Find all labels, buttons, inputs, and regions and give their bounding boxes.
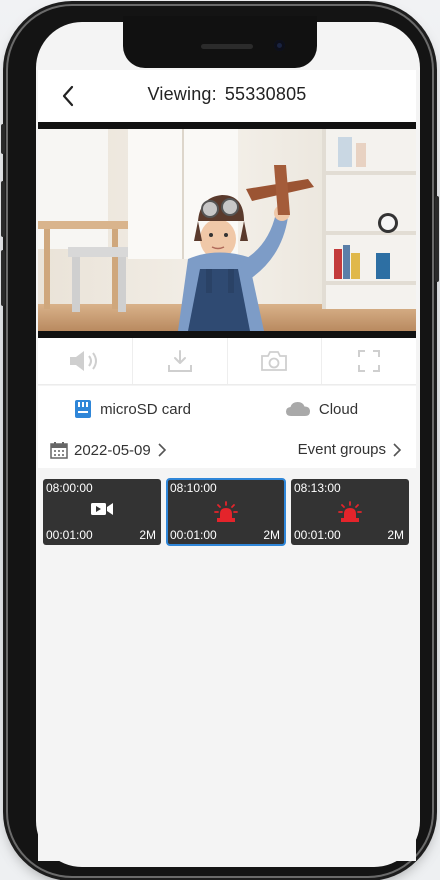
cloud-icon: [285, 402, 310, 416]
video-camera-icon: [91, 503, 113, 515]
microsd-tab[interactable]: microSD card: [38, 386, 227, 432]
video-image: [38, 129, 416, 331]
front-camera: [274, 40, 285, 51]
date-row: 2022-05-09 Event groups: [38, 432, 416, 468]
live-video-player[interactable]: [38, 122, 416, 338]
clip-duration: 00:01:00: [170, 528, 217, 542]
snapshot-button[interactable]: [228, 338, 323, 384]
page-title: Viewing: 55330805: [38, 84, 416, 105]
recording-clip[interactable]: 08:13:00 00:01:00 2M: [291, 479, 409, 545]
cloud-tab[interactable]: Cloud: [227, 386, 416, 432]
clip-start-time: 08:10:00: [170, 481, 217, 495]
chevron-right-icon: [393, 442, 402, 457]
alarm-siren-icon: [338, 501, 362, 522]
microsd-label: microSD card: [100, 400, 191, 418]
fullscreen-icon: [358, 350, 381, 372]
top-bar: Viewing: 55330805: [38, 70, 416, 122]
video-frame: [38, 129, 416, 331]
recording-clip[interactable]: 08:00:00 00:01:00 2M: [43, 479, 161, 545]
chevron-right-icon: [158, 443, 166, 457]
clip-start-time: 08:13:00: [294, 481, 341, 495]
clip-duration: 00:01:00: [294, 528, 341, 542]
clip-size: 2M: [263, 528, 280, 542]
earpiece-speaker: [201, 44, 253, 49]
event-groups-link[interactable]: Event groups: [298, 441, 402, 458]
speaker-icon: [69, 351, 97, 371]
storage-selector: microSD card Cloud: [38, 386, 416, 433]
clip-start-time: 08:00:00: [46, 481, 93, 495]
side-button: [1, 124, 5, 154]
download-icon: [167, 350, 192, 372]
clip-size: 2M: [387, 528, 404, 542]
selected-date: 2022-05-09: [74, 441, 151, 459]
device-id: 55330805: [224, 84, 307, 104]
alarm-siren-icon: [214, 501, 238, 522]
cloud-label: Cloud: [318, 400, 359, 418]
sd-card-icon: [75, 400, 92, 418]
camera-icon: [261, 351, 288, 371]
event-groups-label: Event groups: [297, 441, 386, 458]
mute-button[interactable]: [38, 338, 133, 384]
recording-clip[interactable]: 08:10:00 00:01:00 2M: [166, 478, 286, 546]
calendar-icon: [50, 442, 68, 459]
side-button: [1, 250, 5, 306]
download-button[interactable]: [133, 338, 228, 384]
clip-size: 2M: [139, 528, 156, 542]
side-button: [1, 181, 5, 237]
side-button: [435, 196, 439, 282]
clip-duration: 00:01:00: [46, 528, 93, 542]
fullscreen-button[interactable]: [322, 338, 416, 384]
date-picker[interactable]: 2022-05-09: [50, 441, 167, 459]
title-prefix: Viewing:: [147, 84, 217, 104]
recording-list: 08:00:00 00:01:00 2M 08:10:00 00:01:00 2…: [38, 468, 416, 861]
notch: [123, 16, 317, 68]
player-controls: [38, 338, 416, 385]
